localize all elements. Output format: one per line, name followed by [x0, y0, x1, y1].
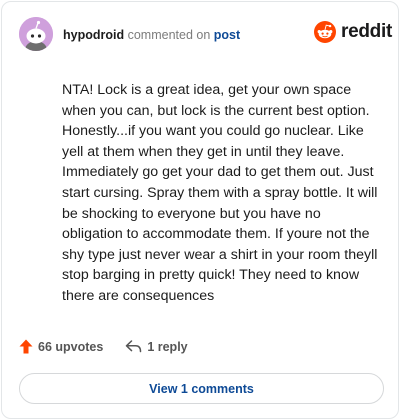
post-link[interactable]: post	[214, 28, 240, 42]
reddit-wordmark: reddit	[341, 21, 392, 42]
comment-footer: 66 upvotes 1 reply	[19, 339, 188, 354]
action-text: commented on	[127, 28, 211, 42]
reply-count: 1 reply	[147, 339, 188, 354]
reddit-brand[interactable]: reddit	[314, 21, 392, 43]
avatar[interactable]	[19, 17, 53, 51]
view-comments-button[interactable]: View 1 comments	[19, 373, 384, 404]
comment-body: NTA! Lock is a great idea, get your own …	[62, 82, 378, 304]
upvote-count: 66 upvotes	[38, 339, 104, 354]
reply-group[interactable]: 1 reply	[125, 339, 188, 354]
comment-header: hypodroid commented on post	[63, 28, 240, 42]
comment-card: hypodroid commented on post reddit NTA! …	[1, 1, 399, 419]
snoo-avatar-icon	[19, 17, 53, 51]
upvote-arrow-icon[interactable]	[19, 339, 33, 354]
reply-arrow-icon[interactable]	[125, 340, 142, 353]
username-link[interactable]: hypodroid	[63, 28, 124, 42]
reddit-logo-icon	[314, 21, 336, 43]
upvote-group[interactable]: 66 upvotes	[19, 339, 103, 354]
